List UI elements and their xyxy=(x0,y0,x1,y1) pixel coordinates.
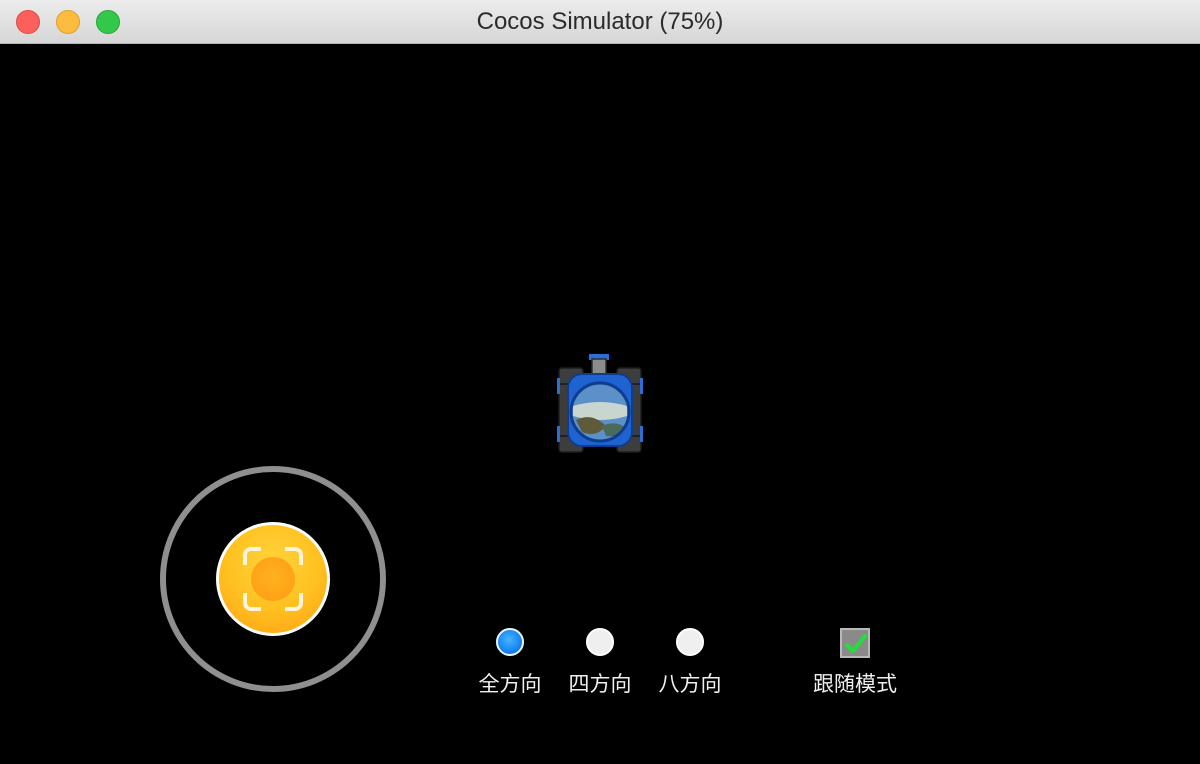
window-title: Cocos Simulator (75%) xyxy=(476,8,724,35)
game-canvas[interactable]: 全方向 四方向 八方向 跟随模式 xyxy=(0,44,1200,764)
direction-option-label: 四方向 xyxy=(568,672,632,696)
direction-option-four[interactable]: 四方向 xyxy=(555,628,645,698)
direction-option-eight[interactable]: 八方向 xyxy=(645,628,735,698)
follow-mode-toggle[interactable]: 跟随模式 xyxy=(800,628,910,698)
window-titlebar: Cocos Simulator (75%) xyxy=(0,0,1200,44)
radio-selected-icon[interactable] xyxy=(496,628,524,656)
checkmark-icon xyxy=(845,634,867,653)
direction-option-label: 八方向 xyxy=(658,672,722,696)
follow-mode-checkbox[interactable] xyxy=(840,628,870,658)
player-tank-sprite xyxy=(556,354,644,454)
focus-corner-icon xyxy=(285,593,303,611)
direction-option-all[interactable]: 全方向 xyxy=(465,628,555,698)
direction-option-label: 全方向 xyxy=(478,672,542,696)
focus-corner-icon xyxy=(243,593,261,611)
radio-unselected-icon[interactable] xyxy=(676,628,704,656)
follow-mode-label: 跟随模式 xyxy=(813,672,897,696)
focus-corner-icon xyxy=(243,547,261,565)
focus-corner-icon xyxy=(285,547,303,565)
radio-unselected-icon[interactable] xyxy=(586,628,614,656)
joystick-knob[interactable] xyxy=(216,522,330,636)
